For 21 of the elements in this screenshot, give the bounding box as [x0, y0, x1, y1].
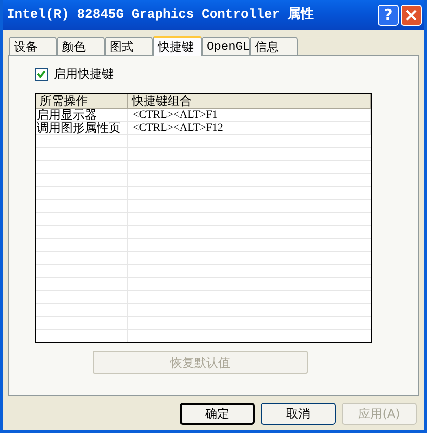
help-button[interactable]: ?	[378, 4, 399, 26]
table-cell: <CTRL><ALT>F1	[128, 109, 371, 121]
column-header[interactable]: 所需操作	[36, 94, 128, 108]
table-cell: 调用图形属性页	[36, 122, 128, 134]
checkbox-label: 启用快捷键	[54, 66, 114, 83]
column-header[interactable]: 快捷键组合	[128, 94, 371, 108]
tab[interactable]: 信息	[250, 37, 298, 55]
checkbox[interactable]	[35, 68, 48, 80]
window-title: Intel(R) 82845G Graphics Controller 属性	[7, 6, 314, 24]
dialog-button[interactable]: 取消	[261, 403, 336, 425]
tab[interactable]: 颜色	[57, 37, 105, 55]
tab[interactable]: 快捷键	[153, 36, 202, 56]
table-cell: <CTRL><ALT>F12	[128, 122, 371, 134]
tab[interactable]: OpenGL	[202, 37, 250, 55]
checkmark-icon	[37, 70, 46, 78]
close-icon	[406, 10, 417, 20]
tab[interactable]: 图式	[105, 37, 153, 55]
tab[interactable]: 设备	[9, 37, 57, 55]
dialog-button[interactable]: 确定	[180, 403, 255, 425]
close-button[interactable]	[401, 4, 422, 26]
table-cell: 启用显示器	[36, 109, 128, 121]
